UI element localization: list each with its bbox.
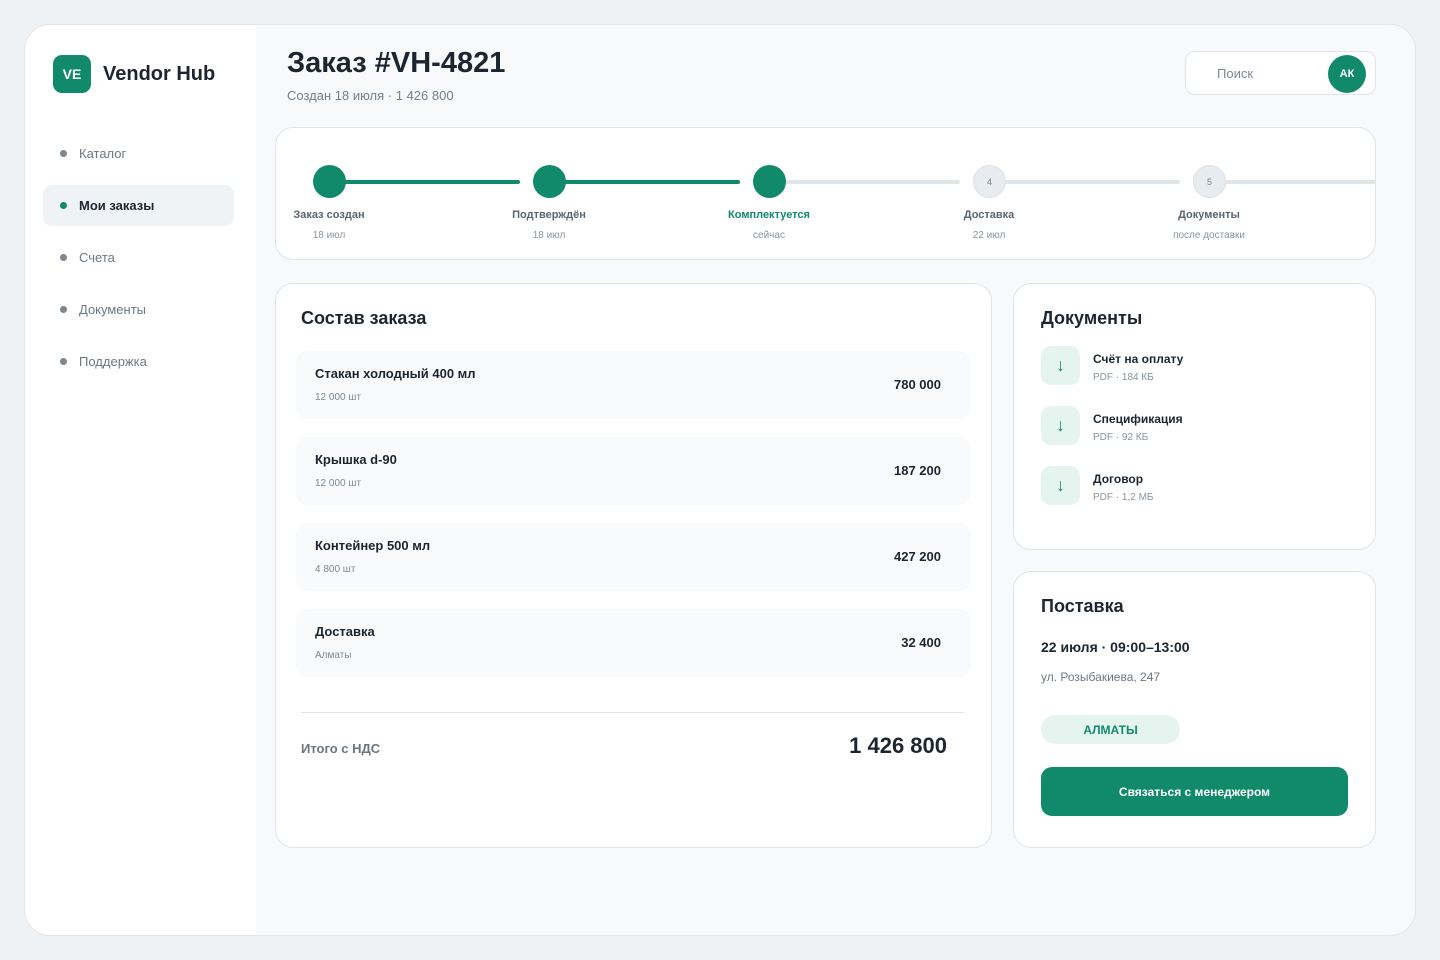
step-3-date: сейчас [753, 230, 785, 241]
download-arrow-icon[interactable]: ↓ [1041, 466, 1080, 505]
sidebar-item-catalog[interactable]: Каталог [43, 133, 234, 174]
step-connector [990, 180, 1180, 184]
step-connector [330, 180, 520, 184]
item-qty: 12 000 шт [315, 478, 361, 489]
app-window: VE Vendor Hub Каталог Мои заказы Счета Д… [24, 24, 1416, 936]
step-connector [1210, 180, 1376, 184]
avatar[interactable]: АК [1328, 55, 1366, 93]
page-title: Заказ #VH-4821 [287, 47, 506, 79]
item-price: 187 200 [894, 463, 941, 478]
download-arrow-icon[interactable]: ↓ [1041, 346, 1080, 385]
bullet-icon [60, 202, 67, 209]
contact-manager-button[interactable]: Связаться с менеджером [1041, 767, 1348, 816]
step-1-circle [313, 165, 346, 198]
delivery-address: ул. Розыбакиева, 247 [1041, 670, 1161, 684]
item-qty: Алматы [315, 650, 352, 661]
total-divider [301, 712, 964, 713]
step-4-circle: 4 [973, 165, 1006, 198]
order-progress-stepper: 4 5 Заказ создан 18 июл Подтверждён 18 и… [275, 127, 1376, 260]
step-3-circle [753, 165, 786, 198]
order-items-card: Состав заказа Стакан холодный 400 мл 12 … [275, 283, 992, 848]
sidebar-nav: Каталог Мои заказы Счета Документы Подде… [43, 133, 234, 393]
city-badge: АЛМАТЫ [1041, 715, 1180, 744]
step-4-label: Доставка [963, 209, 1015, 221]
step-number: 4 [986, 176, 992, 187]
document-name: Договор [1093, 472, 1144, 486]
sidebar-item-label: Документы [79, 302, 147, 317]
step-5-date: после доставки [1173, 230, 1245, 241]
item-qty: 4 800 шт [315, 564, 356, 575]
document-invoice[interactable]: ↓ Счёт на оплату PDF · 184 КБ [1041, 344, 1351, 386]
sidebar-item-my-orders[interactable]: Мои заказы [43, 185, 234, 226]
document-contract[interactable]: ↓ Договор PDF · 1,2 МБ [1041, 464, 1351, 506]
item-qty: 12 000 шт [315, 392, 361, 403]
bullet-icon [60, 254, 67, 261]
sidebar-item-invoices[interactable]: Счета [43, 237, 234, 278]
order-item-row[interactable]: Доставка Алматы 32 400 [296, 609, 971, 677]
sidebar-item-label: Счета [79, 250, 115, 265]
item-name: Крышка d-90 [315, 452, 397, 467]
sidebar-item-label: Поддержка [79, 354, 147, 369]
sidebar-item-label: Мои заказы [79, 198, 155, 213]
document-meta: PDF · 1,2 МБ [1093, 492, 1154, 503]
main-content: Заказ #VH-4821 Создан 18 июля · 1 426 80… [256, 25, 1415, 935]
download-arrow-icon[interactable]: ↓ [1041, 406, 1080, 445]
brand-name: Vendor Hub [103, 62, 216, 85]
step-number: 5 [1206, 176, 1212, 187]
documents-card: Документы ↓ Счёт на оплату PDF · 184 КБ … [1013, 283, 1376, 550]
step-connector [550, 180, 740, 184]
bullet-icon [60, 358, 67, 365]
step-2-circle [533, 165, 566, 198]
step-2-date: 18 июл [532, 230, 566, 241]
delivery-card: Поставка 22 июля · 09:00–13:00 ул. Розыб… [1013, 571, 1376, 848]
item-price: 427 200 [894, 549, 941, 564]
sidebar-item-support[interactable]: Поддержка [43, 341, 234, 382]
brand: VE Vendor Hub [53, 55, 215, 93]
step-1-label: Заказ создан [293, 209, 365, 221]
sidebar: VE Vendor Hub Каталог Мои заказы Счета Д… [25, 25, 256, 935]
document-specification[interactable]: ↓ Спецификация PDF · 92 КБ [1041, 404, 1351, 446]
page-subtitle: Создан 18 июля · 1 426 800 [287, 88, 454, 103]
total-label: Итого с НДС [301, 741, 381, 756]
order-card-title: Состав заказа [301, 308, 427, 328]
item-name: Стакан холодный 400 мл [315, 366, 476, 381]
brand-logo: VE [53, 55, 91, 93]
bullet-icon [60, 306, 67, 313]
order-item-row[interactable]: Стакан холодный 400 мл 12 000 шт 780 000 [296, 351, 971, 419]
item-name: Контейнер 500 мл [315, 538, 431, 553]
step-connector [770, 180, 960, 184]
delivery-time: 22 июля · 09:00–13:00 [1041, 639, 1190, 655]
delivery-card-title: Поставка [1041, 596, 1124, 616]
documents-card-title: Документы [1041, 308, 1143, 328]
search-placeholder: Поиск [1217, 66, 1254, 81]
document-name: Спецификация [1093, 412, 1183, 426]
step-2-label: Подтверждён [512, 209, 586, 221]
step-4-date: 22 июл [972, 230, 1006, 241]
bullet-icon [60, 150, 67, 157]
order-item-row[interactable]: Контейнер 500 мл 4 800 шт 427 200 [296, 523, 971, 591]
item-price: 32 400 [901, 635, 941, 650]
sidebar-item-label: Каталог [79, 146, 127, 161]
search-input[interactable]: Поиск АК [1185, 51, 1376, 95]
order-item-row[interactable]: Крышка d-90 12 000 шт 187 200 [296, 437, 971, 505]
document-meta: PDF · 184 КБ [1093, 372, 1154, 383]
document-name: Счёт на оплату [1093, 352, 1184, 366]
step-3-label: Комплектуется [728, 209, 810, 221]
sidebar-item-documents[interactable]: Документы [43, 289, 234, 330]
item-price: 780 000 [894, 377, 941, 392]
document-meta: PDF · 92 КБ [1093, 432, 1149, 443]
step-1-date: 18 июл [312, 230, 346, 241]
step-5-label: Документы [1178, 209, 1240, 221]
total-value: 1 426 800 [849, 733, 947, 758]
step-5-circle: 5 [1193, 165, 1226, 198]
item-name: Доставка [315, 624, 375, 639]
